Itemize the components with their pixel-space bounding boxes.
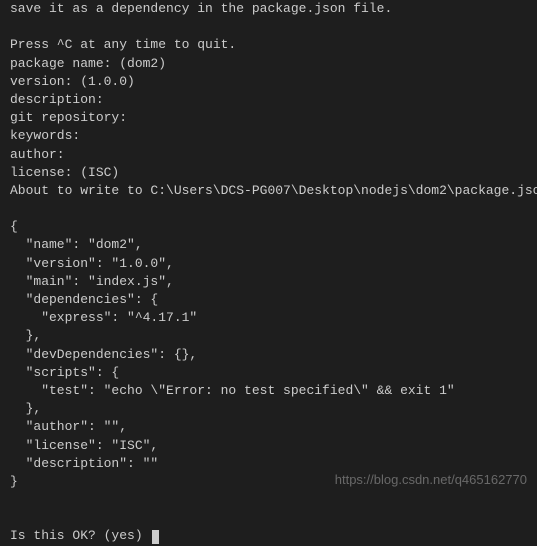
confirm-prompt-row[interactable]: Is this OK? (yes) xyxy=(10,527,527,545)
json-main: "main": "index.js", xyxy=(10,273,527,291)
json-version: "version": "1.0.0", xyxy=(10,255,527,273)
json-express: "express": "^4.17.1" xyxy=(10,309,527,327)
json-license: "license": "ISC", xyxy=(10,437,527,455)
json-brace-open: { xyxy=(10,218,527,236)
confirm-prompt: Is this OK? (yes) xyxy=(10,527,150,545)
json-scripts-open: "scripts": { xyxy=(10,364,527,382)
quit-hint: Press ^C at any time to quit. xyxy=(10,36,527,54)
package-name-prompt: package name: (dom2) xyxy=(10,55,527,73)
blank-line xyxy=(10,509,527,527)
author-prompt: author: xyxy=(10,146,527,164)
write-to-path: About to write to C:\Users\DCS-PG007\Des… xyxy=(10,182,527,200)
version-prompt: version: (1.0.0) xyxy=(10,73,527,91)
blank-line xyxy=(10,18,527,36)
json-devdependencies: "devDependencies": {}, xyxy=(10,346,527,364)
json-name: "name": "dom2", xyxy=(10,236,527,254)
license-prompt: license: (ISC) xyxy=(10,164,527,182)
cursor-icon xyxy=(152,530,159,544)
partial-top-line: save it as a dependency in the package.j… xyxy=(10,0,527,18)
json-dependencies-close: }, xyxy=(10,327,527,345)
blank-line xyxy=(10,491,527,509)
json-dependencies-open: "dependencies": { xyxy=(10,291,527,309)
blank-line xyxy=(10,200,527,218)
json-scripts-close: }, xyxy=(10,400,527,418)
watermark: https://blog.csdn.net/q465162770 xyxy=(335,471,527,489)
description-prompt: description: xyxy=(10,91,527,109)
json-author: "author": "", xyxy=(10,418,527,436)
json-test: "test": "echo \"Error: no test specified… xyxy=(10,382,527,400)
git-repository-prompt: git repository: xyxy=(10,109,527,127)
keywords-prompt: keywords: xyxy=(10,127,527,145)
